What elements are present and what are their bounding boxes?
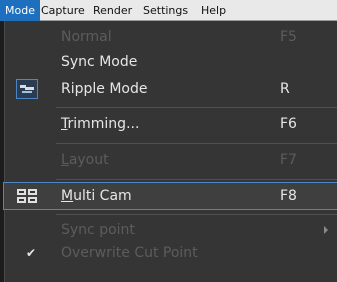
ripple-mode-icon [16, 79, 38, 99]
shortcut-label: F6 [280, 116, 297, 132]
mnemonic-letter: M [61, 188, 74, 204]
multi-cam-icon [16, 186, 38, 206]
menu-item-layout[interactable]: Layout F7 [4, 147, 337, 173]
shortcut-label: F5 [280, 29, 297, 45]
menu-item-label: Ripple Mode [61, 81, 148, 97]
menu-separator [56, 107, 337, 108]
submenu-arrow-icon [324, 226, 328, 234]
menu-item-normal[interactable]: Normal F5 [4, 24, 337, 50]
shortcut-label: R [280, 81, 290, 97]
menu-separator [56, 214, 337, 215]
menu-item-ripple-mode[interactable]: Ripple Mode R [4, 76, 337, 102]
shortcut-label: F8 [280, 188, 297, 204]
mnemonic-letter: L [61, 152, 69, 168]
menu-render[interactable]: Render [88, 0, 137, 21]
menu-separator [56, 143, 337, 144]
menu-capture[interactable]: Capture [36, 0, 90, 21]
shortcut-label: F7 [280, 152, 297, 168]
mode-dropdown-menu: Normal F5 Sync Mode Ripple Mode R Trimmi… [3, 21, 337, 282]
menu-item-overwrite-cut-point[interactable]: ✔ Overwrite Cut Point [4, 240, 337, 266]
menu-item-label: Normal [61, 29, 112, 45]
label-rest: ulti Cam [73, 188, 132, 204]
menu-help[interactable]: Help [196, 0, 231, 21]
menu-item-label: Sync Mode [61, 54, 138, 70]
menu-mode[interactable]: Mode [0, 0, 40, 21]
menu-item-trimming[interactable]: Trimming... F6 [4, 111, 337, 137]
menu-item-label: Multi Cam [61, 183, 132, 209]
menu-settings[interactable]: Settings [138, 0, 193, 21]
menu-separator [56, 179, 337, 180]
menu-item-label: Trimming... [61, 111, 139, 137]
menu-item-multi-cam[interactable]: Multi Cam F8 [3, 182, 337, 210]
menu-item-label: Layout [61, 147, 109, 173]
checkmark-icon: ✔ [26, 246, 37, 260]
label-rest: ayout [68, 152, 109, 168]
label-rest: rimming... [67, 116, 140, 132]
menu-item-label: Overwrite Cut Point [61, 245, 198, 261]
menu-item-sync-mode[interactable]: Sync Mode [4, 50, 337, 76]
menu-bar: Mode Capture Render Settings Help [0, 0, 337, 21]
